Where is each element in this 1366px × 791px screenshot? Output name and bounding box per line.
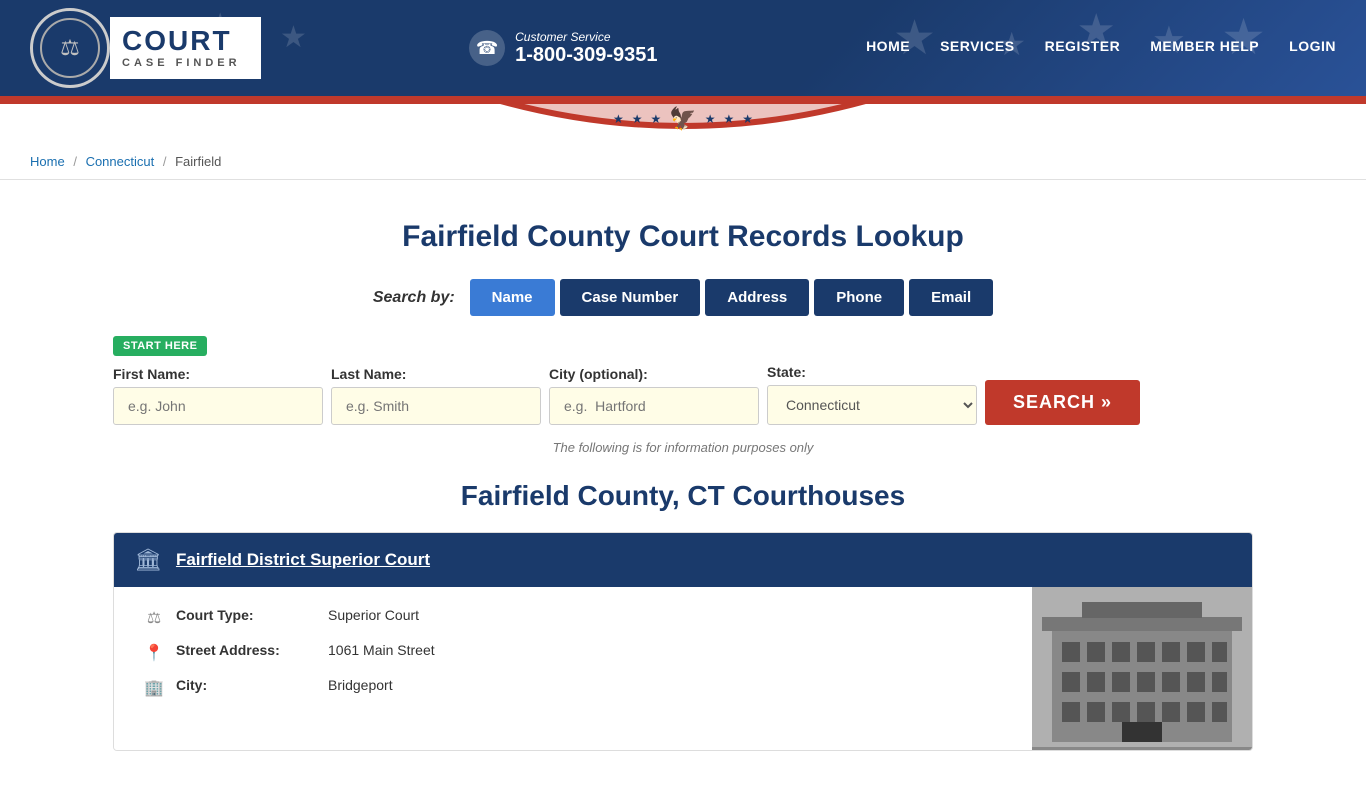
breadcrumb-current: Fairfield <box>175 154 221 169</box>
nav-services[interactable]: SERVICES <box>940 38 1015 58</box>
courthouse-header: 🏛 Fairfield District Superior Court <box>114 533 1252 587</box>
main-nav: HOME SERVICES REGISTER MEMBER HELP LOGIN <box>866 38 1336 58</box>
tab-name[interactable]: Name <box>470 279 555 316</box>
courthouses-title: Fairfield County, CT Courthouses <box>113 480 1253 512</box>
last-name-input[interactable] <box>331 387 541 425</box>
logo: ⚖ COURT CASE FINDER <box>30 8 261 88</box>
first-name-input[interactable] <box>113 387 323 425</box>
search-by-row: Search by: Name Case Number Address Phon… <box>113 279 1253 316</box>
breadcrumb-sep-1: / <box>73 154 77 169</box>
cs-phone: 1-800-309-9351 <box>515 44 657 67</box>
star-left-3: ★ <box>651 112 662 126</box>
courthouse-image <box>1032 587 1252 750</box>
start-here-badge: START HERE <box>113 336 207 356</box>
breadcrumb-home[interactable]: Home <box>30 154 65 169</box>
main-content: Fairfield County Court Records Lookup Se… <box>83 180 1283 791</box>
search-form: First Name: Last Name: City (optional): … <box>113 364 1253 425</box>
cs-label: Customer Service <box>515 30 657 44</box>
logo-text: COURT CASE FINDER <box>110 17 261 79</box>
customer-service: ☎ Customer Service 1-800-309-9351 <box>469 30 657 67</box>
court-type-value: Superior Court <box>328 607 419 623</box>
state-label: State: <box>767 364 977 380</box>
location-icon: 📍 <box>144 643 164 663</box>
city-icon: 🏢 <box>144 678 164 698</box>
nav-register[interactable]: REGISTER <box>1045 38 1121 58</box>
cs-text: Customer Service 1-800-309-9351 <box>515 30 657 67</box>
tab-address[interactable]: Address <box>705 279 809 316</box>
state-group: State: Connecticut Alabama Alaska Arizon… <box>767 364 977 425</box>
city-detail-value: Bridgeport <box>328 677 393 693</box>
city-group: City (optional): <box>549 366 759 425</box>
star-right-2: ★ <box>723 112 734 126</box>
detail-row-court-type: ⚖ Court Type: Superior Court <box>144 607 1002 628</box>
nav-login[interactable]: LOGIN <box>1289 38 1336 58</box>
nav-home[interactable]: HOME <box>866 38 910 58</box>
city-detail-label: City: <box>176 677 316 693</box>
logo-emblem: ⚖ <box>40 18 100 78</box>
courthouse-building-svg <box>1032 587 1252 747</box>
state-select[interactable]: Connecticut Alabama Alaska Arizona Arkan… <box>767 385 977 425</box>
tab-case-number[interactable]: Case Number <box>560 279 701 316</box>
nav-member-help[interactable]: MEMBER HELP <box>1150 38 1259 58</box>
first-name-label: First Name: <box>113 366 323 382</box>
star-left-2: ★ <box>632 112 643 126</box>
city-input[interactable] <box>549 387 759 425</box>
last-name-label: Last Name: <box>331 366 541 382</box>
eagle-symbol: 🦅 <box>669 106 696 132</box>
tab-email[interactable]: Email <box>909 279 993 316</box>
street-address-label: Street Address: <box>176 642 316 658</box>
info-note: The following is for information purpose… <box>113 440 1253 455</box>
logo-circle: ⚖ <box>30 8 110 88</box>
star-right-3: ★ <box>742 112 753 126</box>
first-name-group: First Name: <box>113 366 323 425</box>
court-type-label: Court Type: <box>176 607 316 623</box>
page-title: Fairfield County Court Records Lookup <box>113 220 1253 254</box>
courthouse-name[interactable]: Fairfield District Superior Court <box>176 550 430 570</box>
courthouse-details: ⚖ Court Type: Superior Court 📍 Street Ad… <box>114 587 1032 750</box>
search-btn-wrapper: SEARCH » <box>985 380 1140 425</box>
phone-icon: ☎ <box>469 30 505 66</box>
courthouse-card: 🏛 Fairfield District Superior Court ⚖ Co… <box>113 532 1253 751</box>
logo-title: COURT <box>122 27 241 55</box>
gavel-icon: ⚖ <box>144 608 164 628</box>
arc-container: ★ ★ ★ 🦅 ★ ★ ★ <box>0 104 1366 144</box>
street-address-value: 1061 Main Street <box>328 642 435 658</box>
courthouse-body: ⚖ Court Type: Superior Court 📍 Street Ad… <box>114 587 1252 750</box>
search-button[interactable]: SEARCH » <box>985 380 1140 425</box>
logo-subtitle: CASE FINDER <box>122 57 241 69</box>
city-label: City (optional): <box>549 366 759 382</box>
eagle-emblem: ★ ★ ★ 🦅 ★ ★ ★ <box>613 106 753 132</box>
star-left-1: ★ <box>613 112 624 126</box>
breadcrumb: Home / Connecticut / Fairfield <box>0 144 1366 180</box>
detail-row-address: 📍 Street Address: 1061 Main Street <box>144 642 1002 663</box>
tab-phone[interactable]: Phone <box>814 279 904 316</box>
breadcrumb-connecticut[interactable]: Connecticut <box>86 154 155 169</box>
courthouse-icon: 🏛 <box>134 547 162 573</box>
breadcrumb-sep-2: / <box>163 154 167 169</box>
search-by-label: Search by: <box>373 289 455 307</box>
last-name-group: Last Name: <box>331 366 541 425</box>
star-right-1: ★ <box>705 112 716 126</box>
detail-row-city: 🏢 City: Bridgeport <box>144 677 1002 698</box>
